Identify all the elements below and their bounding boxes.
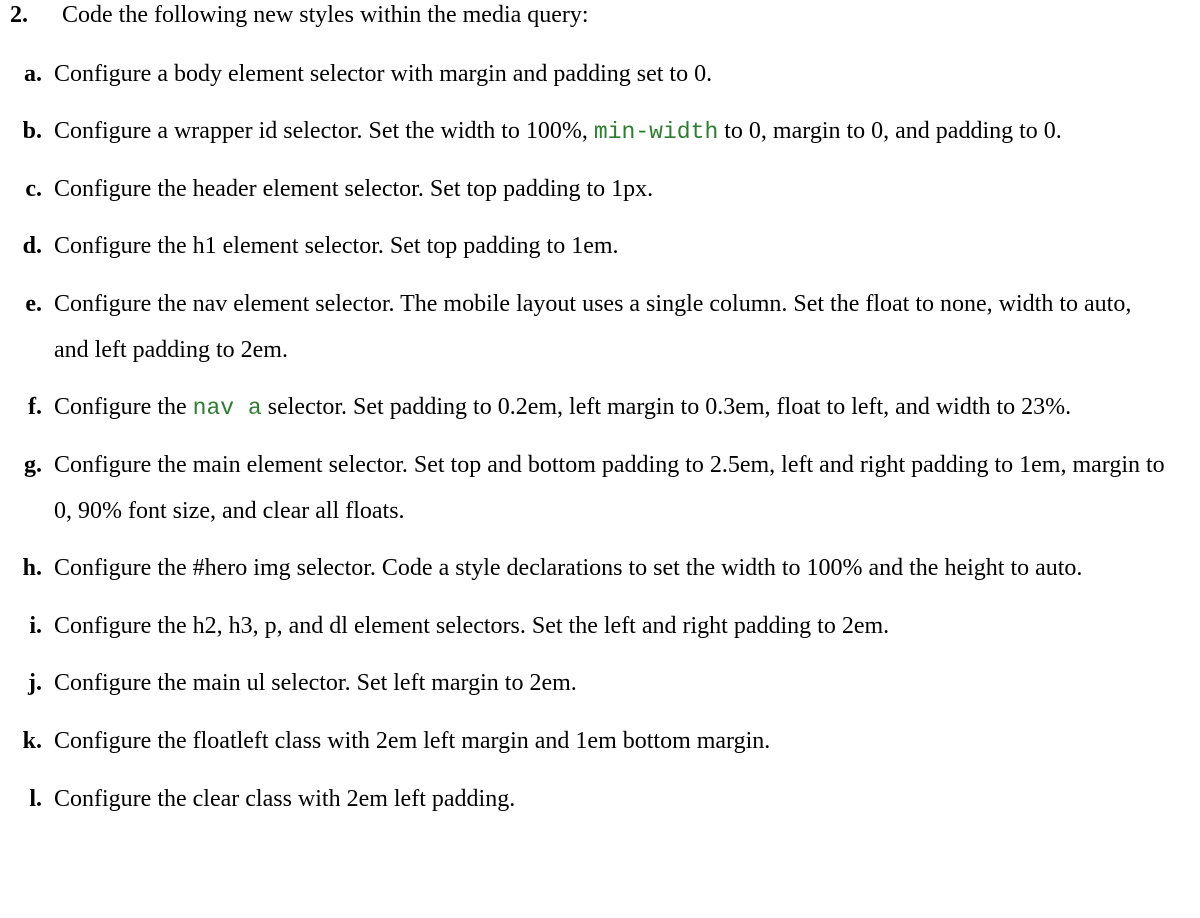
list-item-letter: l. <box>10 782 54 818</box>
text-run: Configure a body element selector with m… <box>54 61 712 87</box>
list-item: k.Configure the floatleft class with 2em… <box>10 719 1190 765</box>
list-item-body: Configure a wrapper id selector. Set the… <box>54 109 1190 155</box>
code-keyword: nav a <box>193 395 262 421</box>
list-item-body: Configure the #hero img selector. Code a… <box>54 546 1190 592</box>
ordered-sublist: a.Configure a body element selector with… <box>10 52 1190 823</box>
list-item: g.Configure the main element selector. S… <box>10 443 1190 534</box>
code-keyword: min-width <box>594 119 718 145</box>
list-item-body: Configure the header element selector. S… <box>54 167 1190 213</box>
list-item: h.Configure the #hero img selector. Code… <box>10 546 1190 592</box>
list-item-body: Configure the h1 element selector. Set t… <box>54 224 1190 270</box>
list-item: e.Configure the nav element selector. Th… <box>10 282 1190 373</box>
list-item-body: Configure the nav a selector. Set paddin… <box>54 385 1190 431</box>
text-run: to 0, margin to 0, and padding to 0. <box>718 118 1062 144</box>
list-item-main: 2. Code the following new styles within … <box>10 0 1190 34</box>
document-page: 2. Code the following new styles within … <box>0 0 1200 822</box>
list-item: i.Configure the h2, h3, p, and dl elemen… <box>10 604 1190 650</box>
list-item: b.Configure a wrapper id selector. Set t… <box>10 109 1190 155</box>
list-item-letter: e. <box>10 287 54 323</box>
text-run: Configure the header element selector. S… <box>54 176 653 202</box>
list-item-body: Configure the floatleft class with 2em l… <box>54 719 1190 765</box>
text-run: Configure the main ul selector. Set left… <box>54 670 577 696</box>
text-run: Configure the nav element selector. The … <box>54 291 1131 363</box>
list-item-letter: b. <box>10 114 54 150</box>
list-item-letter: h. <box>10 551 54 587</box>
list-number: 2. <box>10 0 62 34</box>
list-item-letter: a. <box>10 57 54 93</box>
list-item: d.Configure the h1 element selector. Set… <box>10 224 1190 270</box>
text-run: selector. Set padding to 0.2em, left mar… <box>262 394 1071 420</box>
text-run: Configure the <box>54 394 193 420</box>
list-item-letter: d. <box>10 229 54 265</box>
list-item: a.Configure a body element selector with… <box>10 52 1190 98</box>
text-run: Configure the floatleft class with 2em l… <box>54 728 770 754</box>
text-run: Configure the clear class with 2em left … <box>54 786 515 812</box>
list-item-letter: f. <box>10 390 54 426</box>
text-run: Configure the h1 element selector. Set t… <box>54 233 619 259</box>
list-item-body: Configure the main element selector. Set… <box>54 443 1190 534</box>
list-item-body: Configure the clear class with 2em left … <box>54 777 1190 823</box>
list-item-letter: c. <box>10 172 54 208</box>
list-text: Code the following new styles within the… <box>62 0 1190 34</box>
list-item: f.Configure the nav a selector. Set padd… <box>10 385 1190 431</box>
list-item-body: Configure the h2, h3, p, and dl element … <box>54 604 1190 650</box>
list-item-body: Configure the main ul selector. Set left… <box>54 661 1190 707</box>
list-item-letter: j. <box>10 666 54 702</box>
list-item: c.Configure the header element selector.… <box>10 167 1190 213</box>
list-item-body: Configure a body element selector with m… <box>54 52 1190 98</box>
list-item-letter: k. <box>10 724 54 760</box>
text-run: Configure the #hero img selector. Code a… <box>54 555 1082 581</box>
list-item-letter: i. <box>10 609 54 645</box>
list-item: j.Configure the main ul selector. Set le… <box>10 661 1190 707</box>
text-run: Configure the main element selector. Set… <box>54 452 1165 524</box>
text-run: Configure a wrapper id selector. Set the… <box>54 118 594 144</box>
list-item-body: Configure the nav element selector. The … <box>54 282 1190 373</box>
text-run: Configure the h2, h3, p, and dl element … <box>54 613 889 639</box>
list-item-letter: g. <box>10 448 54 484</box>
list-item: l.Configure the clear class with 2em lef… <box>10 777 1190 823</box>
